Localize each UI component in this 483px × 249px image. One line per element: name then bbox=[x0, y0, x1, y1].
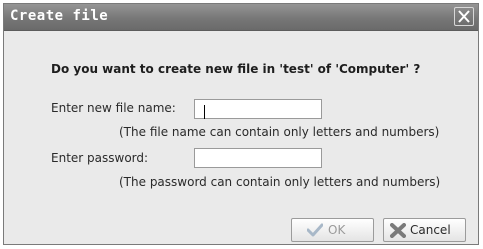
create-file-dialog: Create file Do you want to create new fi… bbox=[3, 3, 479, 245]
password-label: Enter password: bbox=[51, 151, 149, 165]
close-button[interactable] bbox=[454, 7, 474, 26]
cancel-label: Cancel bbox=[410, 223, 451, 237]
ok-label: OK bbox=[328, 223, 346, 237]
cross-icon bbox=[390, 223, 406, 238]
dialog-title: Create file bbox=[10, 8, 109, 24]
text-caret bbox=[204, 105, 205, 119]
cancel-button[interactable]: Cancel bbox=[383, 218, 466, 242]
password-hint: (The password can contain only letters a… bbox=[119, 175, 441, 189]
checkmark-icon bbox=[307, 223, 323, 237]
ok-button[interactable]: OK bbox=[291, 218, 374, 242]
password-input[interactable] bbox=[194, 148, 322, 168]
close-icon bbox=[458, 10, 470, 23]
file-name-label: Enter new file name: bbox=[51, 101, 176, 115]
dialog-question: Do you want to create new file in 'test'… bbox=[51, 62, 421, 76]
file-name-input[interactable] bbox=[194, 99, 322, 119]
file-name-hint: (The file name can contain only letters … bbox=[119, 125, 440, 139]
title-bar[interactable]: Create file bbox=[4, 4, 478, 31]
